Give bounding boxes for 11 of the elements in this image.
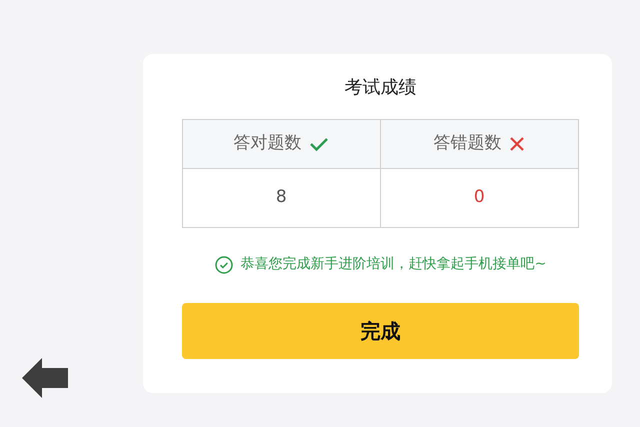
finish-button[interactable]: 完成: [182, 303, 579, 359]
count-value: 0: [474, 186, 485, 210]
count-value: 8: [276, 186, 287, 210]
column-header: 答对题数: [233, 132, 302, 156]
dialog-title: 考试成绩: [344, 76, 418, 100]
back-arrow-icon[interactable]: [22, 358, 68, 398]
column-header: 答错题数: [433, 132, 502, 156]
congrats-message: 恭喜您完成新手进阶培训，赶快拿起手机接单吧~: [240, 255, 546, 274]
cross-icon: [509, 136, 526, 152]
check-circle-icon: [214, 256, 233, 274]
check-icon: [309, 136, 330, 152]
